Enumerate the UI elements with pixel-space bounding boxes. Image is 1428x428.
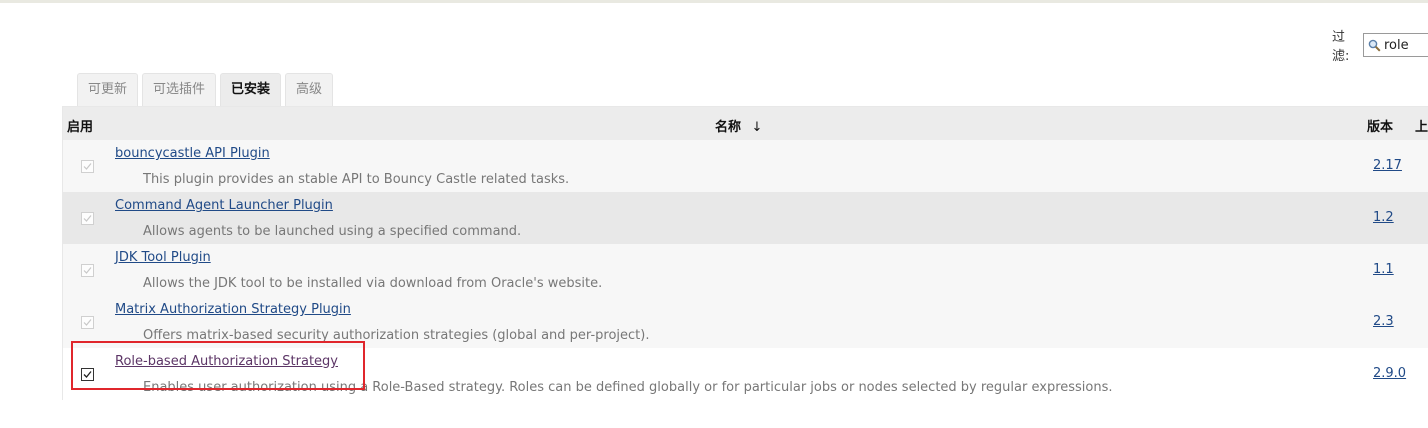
top-border: [0, 0, 1428, 3]
plugin-name-link[interactable]: JDK Tool Plugin: [115, 250, 211, 265]
filter-input[interactable]: [1381, 37, 1428, 53]
table-row: JDK Tool Plugin Allows the JDK tool to b…: [63, 244, 1428, 296]
check-icon: [83, 215, 92, 222]
tab-installed[interactable]: 已安装: [220, 73, 282, 107]
header-version[interactable]: 版本: [1367, 116, 1393, 135]
enabled-checkbox: [81, 264, 94, 277]
plugin-version-link[interactable]: 2.3: [1373, 314, 1394, 329]
header-name[interactable]: 名称 ↓: [715, 116, 762, 135]
magnifier-icon: [1368, 39, 1381, 52]
check-icon: [83, 163, 92, 170]
plugin-name-link[interactable]: Command Agent Launcher Plugin: [115, 198, 333, 213]
tab-updates[interactable]: 可更新: [77, 73, 139, 106]
table-header: 启用 名称 ↓ 版本 上: [63, 107, 1428, 140]
header-enabled[interactable]: 启用: [67, 116, 93, 135]
check-icon: [83, 319, 92, 326]
plugin-description: This plugin provides an stable API to Bo…: [143, 172, 570, 187]
enabled-checkbox: [81, 212, 94, 225]
header-name-label: 名称: [715, 120, 742, 135]
plugin-version-link[interactable]: 2.9.0: [1373, 366, 1406, 381]
plugin-description: Allows agents to be launched using a spe…: [143, 224, 522, 239]
table-row: bouncycastle API Plugin This plugin prov…: [63, 140, 1428, 192]
filter-field[interactable]: [1363, 33, 1428, 57]
plugin-tabs: 可更新 可选插件 已安装 高级: [77, 73, 337, 107]
filter-label: 过滤:: [1332, 30, 1350, 64]
plugin-version-link[interactable]: 2.17: [1373, 158, 1402, 173]
plugin-version-link[interactable]: 1.2: [1373, 210, 1394, 225]
sort-arrow-icon: ↓: [751, 120, 763, 135]
tab-advanced[interactable]: 高级: [285, 73, 334, 106]
header-previous[interactable]: 上: [1415, 116, 1428, 135]
highlight-box: [71, 341, 365, 390]
plugin-name-link[interactable]: Matrix Authorization Strategy Plugin: [115, 302, 351, 317]
plugin-description: Allows the JDK tool to be installed via …: [143, 276, 603, 291]
check-icon: [83, 267, 92, 274]
plugin-version-link[interactable]: 1.1: [1373, 262, 1394, 277]
tab-available[interactable]: 可选插件: [142, 73, 217, 106]
table-row: Command Agent Launcher Plugin Allows age…: [63, 192, 1428, 244]
plugin-name-link[interactable]: bouncycastle API Plugin: [115, 146, 270, 161]
enabled-checkbox: [81, 160, 94, 173]
enabled-checkbox: [81, 316, 94, 329]
filter-bar: 过滤:: [1332, 30, 1428, 64]
